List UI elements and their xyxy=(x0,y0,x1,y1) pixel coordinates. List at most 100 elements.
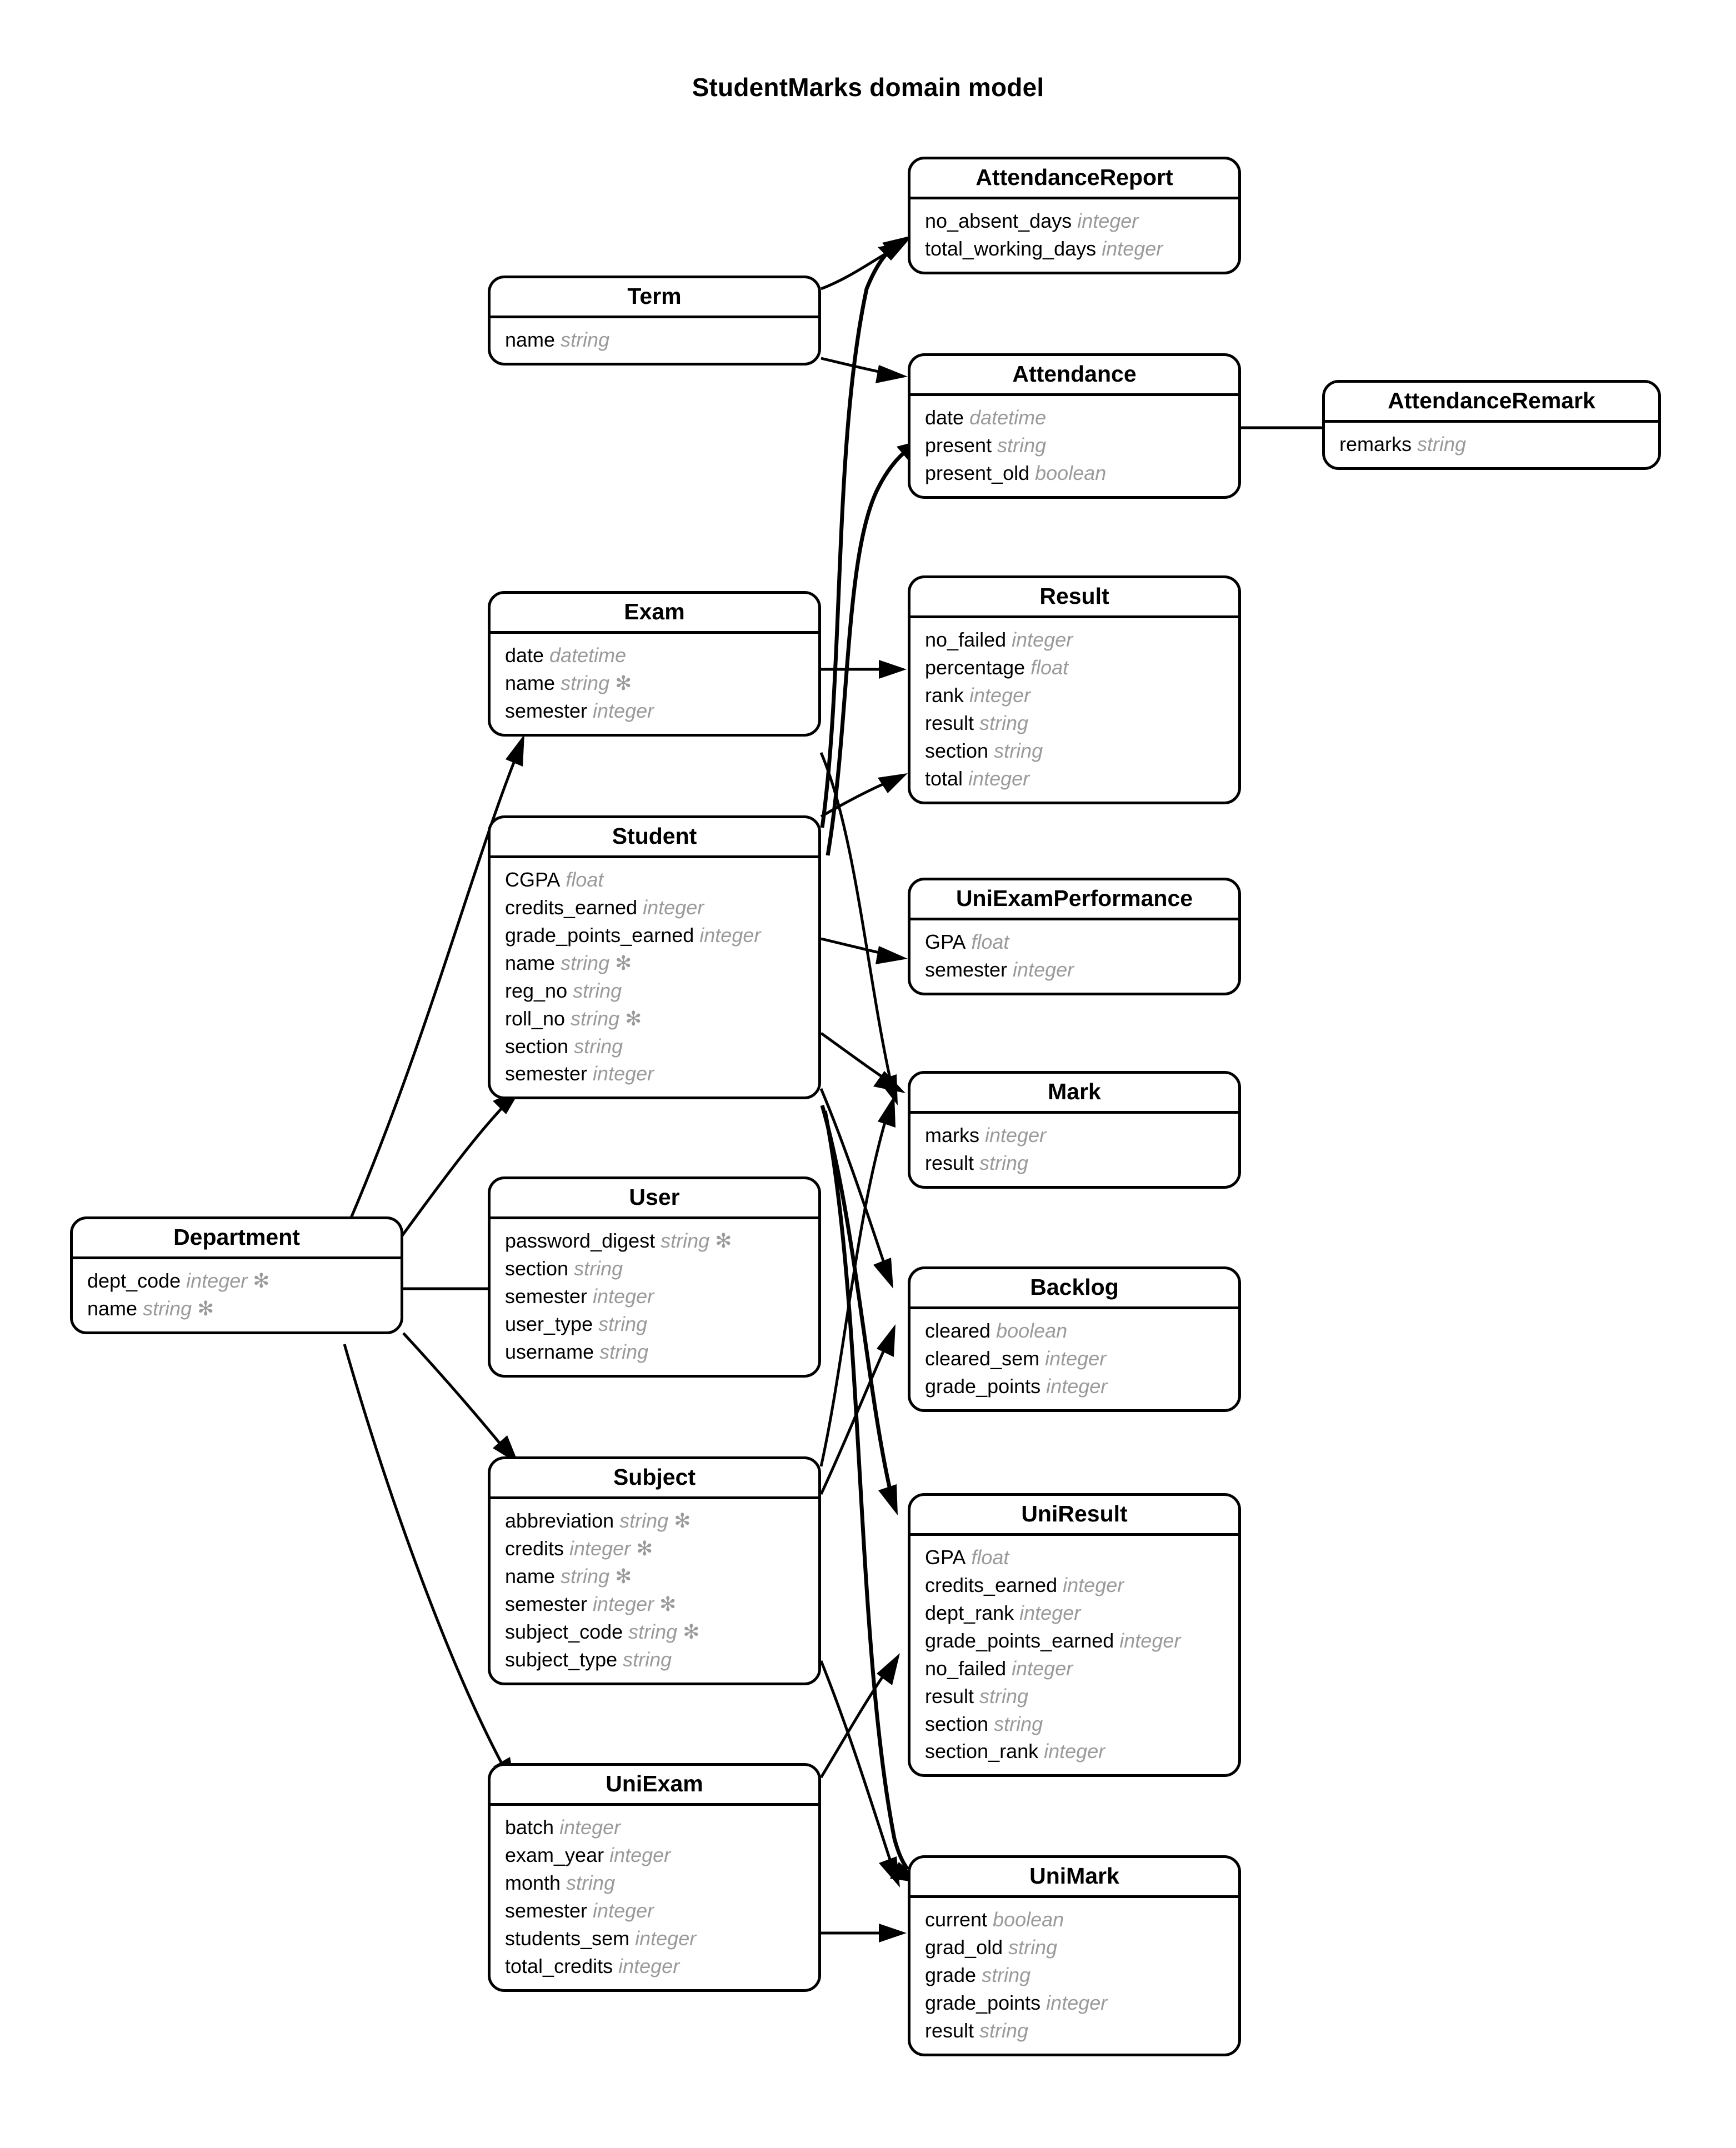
attribute-list: cleared boolean cleared_sem integer grade_… xyxy=(910,1309,1238,1409)
entity-student[interactable]: Student CGPA float credits_earned integer… xyxy=(488,815,821,1100)
attribute-type: integer xyxy=(637,896,704,919)
entity-title: AttendanceRemark xyxy=(1388,388,1595,413)
attribute-type: integer xyxy=(613,1954,680,1977)
attribute-row: name string ✻ xyxy=(505,949,808,977)
attribute-name: password_digest xyxy=(505,1229,656,1253)
entity-attendanceremark[interactable]: AttendanceRemark remarks string xyxy=(1322,380,1661,470)
attribute-type: string xyxy=(988,1712,1043,1735)
attribute-row: total_credits integer xyxy=(505,1952,808,1980)
entity-title: Exam xyxy=(624,599,685,624)
attribute-name: date xyxy=(505,644,544,667)
attribute-type: string xyxy=(1003,1936,1058,1959)
entity-mark[interactable]: Mark marks integer result string xyxy=(908,1071,1241,1189)
attribute-list: password_digest string ✻ section string se… xyxy=(491,1219,818,1374)
attribute-type: boolean xyxy=(990,1319,1068,1343)
attribute-name: percentage xyxy=(925,656,1025,679)
attribute-name: user_type xyxy=(505,1313,593,1336)
entity-title: AttendanceReport xyxy=(975,164,1173,190)
attribute-name: semester xyxy=(505,1593,588,1616)
attribute-type: string xyxy=(593,1313,648,1336)
attribute-name: cleared xyxy=(925,1319,991,1343)
attribute-name: roll_no xyxy=(505,1007,566,1030)
attribute-name: name xyxy=(505,328,556,352)
attribute-row: section string xyxy=(505,1255,808,1283)
edge-student-attendance xyxy=(826,447,910,856)
attribute-type: string xyxy=(988,739,1043,762)
attribute-type: string xyxy=(568,1034,623,1058)
attribute-name: dept_code xyxy=(87,1269,181,1293)
attribute-name: grade_points xyxy=(925,1375,1041,1398)
entity-uniexam[interactable]: UniExam batch integer exam_year integer mo… xyxy=(488,1763,821,1992)
attribute-list: remarks string xyxy=(1325,423,1658,467)
attribute-type: float xyxy=(1025,656,1069,679)
attribute-type: string xyxy=(974,1151,1029,1175)
entity-subject[interactable]: Subject abbreviation string ✻ credits int… xyxy=(488,1456,821,1685)
attribute-name: GPA xyxy=(925,1546,966,1569)
attribute-name: batch xyxy=(505,1816,554,1839)
edge-student-mark xyxy=(820,1032,888,1081)
attribute-name: semester xyxy=(925,958,1008,982)
attribute-type: string xyxy=(561,1871,616,1895)
attribute-type: string xyxy=(974,1684,1029,1708)
arrowhead-subject-mark xyxy=(878,1095,895,1128)
entity-user[interactable]: User password_digest string ✻ section str… xyxy=(488,1176,821,1378)
attribute-row: result string xyxy=(925,1683,1228,1710)
entity-backlog[interactable]: Backlog cleared boolean cleared_sem integ… xyxy=(908,1266,1241,1413)
attribute-name: section_rank xyxy=(925,1740,1039,1763)
entity-title: UniResult xyxy=(1021,1501,1128,1526)
attribute-name: current xyxy=(925,1908,988,1931)
entity-title: Result xyxy=(1039,583,1109,609)
attribute-name: semester xyxy=(505,1062,588,1085)
attribute-name: name xyxy=(505,952,556,975)
attribute-type: integer xyxy=(1114,1629,1181,1653)
attribute-name: section xyxy=(505,1257,569,1280)
attribute-name: result xyxy=(925,2019,974,2042)
attribute-name: result xyxy=(925,712,974,735)
attribute-type: string xyxy=(565,1007,620,1030)
arrowhead-student-backlog xyxy=(873,1258,893,1289)
relationship-edges xyxy=(343,236,1322,1942)
required-marker-icon: ✻ xyxy=(609,1565,632,1588)
attribute-type: integer xyxy=(587,1593,654,1616)
attribute-row: GPA float xyxy=(925,1544,1228,1571)
entity-unimark[interactable]: UniMark current boolean grad_old string gr… xyxy=(908,1855,1241,2056)
diagram-canvas: StudentMarks domain model AttendanceRepo… xyxy=(0,0,1736,2148)
entity-exam[interactable]: Exam date datetime name string ✻ semester … xyxy=(488,591,821,737)
arrowhead-term-attendance xyxy=(875,365,908,383)
attribute-list: current boolean grad_old string grade stri… xyxy=(910,1898,1238,2053)
attribute-type: integer xyxy=(1006,628,1073,652)
attribute-name: credits_earned xyxy=(505,896,638,919)
attribute-row: exam_year integer xyxy=(505,1841,808,1869)
attribute-type: string xyxy=(623,1620,678,1643)
attribute-type: integer xyxy=(629,1926,697,1950)
attribute-row: grade string xyxy=(925,1961,1228,1989)
attribute-name: marks xyxy=(925,1124,979,1147)
attribute-name: subject_code xyxy=(505,1620,623,1643)
entity-attendancereport[interactable]: AttendanceReport no_absent_days integer t… xyxy=(908,157,1241,275)
arrowhead-uniexam-unimark xyxy=(879,1924,907,1942)
attribute-name: exam_year xyxy=(505,1844,604,1867)
attribute-type: boolean xyxy=(987,1908,1064,1931)
attribute-row: name string ✻ xyxy=(87,1295,391,1323)
attribute-name: total_working_days xyxy=(925,237,1097,261)
entity-attendance[interactable]: Attendance date datetime present string pr… xyxy=(908,353,1241,499)
attribute-row: abbreviation string ✻ xyxy=(505,1507,808,1535)
entity-title: Student xyxy=(612,823,697,849)
attribute-type: string xyxy=(555,328,610,352)
entity-uniexamperformance[interactable]: UniExamPerformance GPA float semester int… xyxy=(908,878,1241,996)
entity-term[interactable]: Term name string xyxy=(488,276,821,366)
attribute-type: integer xyxy=(1040,1375,1108,1398)
attribute-row: present string xyxy=(925,432,1228,459)
attribute-name: grade xyxy=(925,1964,977,1987)
attribute-row: date datetime xyxy=(505,642,808,669)
attribute-row: section string xyxy=(925,737,1228,765)
attribute-name: abbreviation xyxy=(505,1509,614,1533)
attribute-type: string xyxy=(992,434,1047,457)
attribute-row: batch integer xyxy=(505,1814,808,1841)
attribute-type: datetime xyxy=(964,406,1047,429)
attribute-type: integer xyxy=(1039,1347,1107,1370)
entity-uniresult[interactable]: UniResult GPA float credits_earned intege… xyxy=(908,1493,1241,1778)
attribute-name: date xyxy=(925,406,964,429)
entity-department[interactable]: Department dept_code integer ✻ name strin… xyxy=(70,1216,403,1335)
entity-result[interactable]: Result no_failed integer percentage float… xyxy=(908,575,1241,804)
